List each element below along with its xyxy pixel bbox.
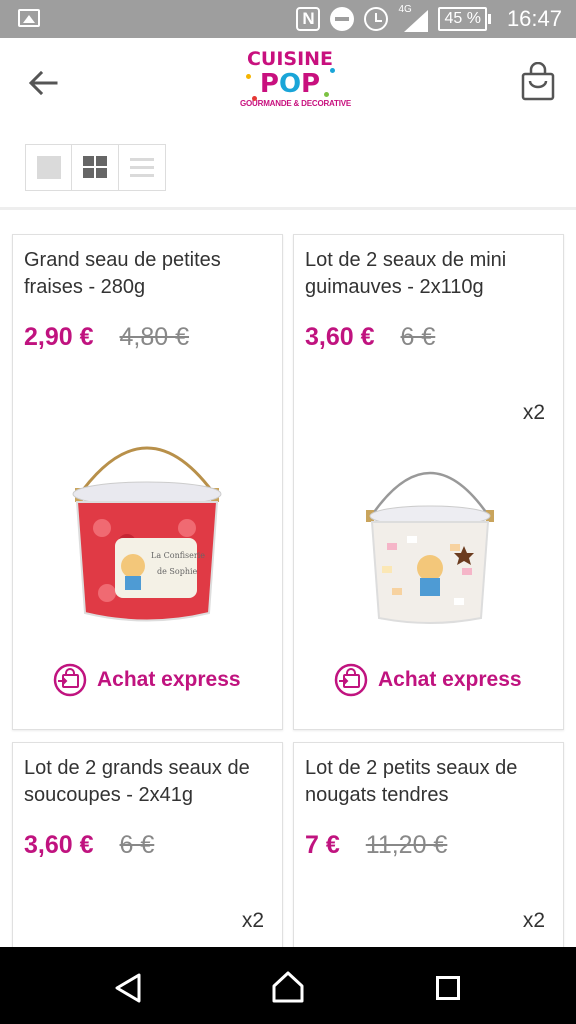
express-buy-button[interactable]: Achat express — [334, 663, 522, 697]
battery-indicator: 45 % — [438, 7, 491, 31]
arrow-left-icon — [28, 70, 58, 96]
product-prices: 3,60 € 6 € — [305, 323, 435, 352]
cuisine-pop-logo[interactable]: CUISINE POP GOURMANDE & DECORATIVE — [240, 48, 351, 118]
shopping-bag-icon — [521, 61, 555, 101]
system-nav-bar — [0, 947, 576, 1024]
divider — [0, 207, 576, 210]
clock: 16:47 — [506, 6, 562, 31]
product-card[interactable]: Grand seau de petites fraises - 280g 2,9… — [12, 234, 283, 730]
list-view-button[interactable] — [119, 145, 165, 190]
alarm-icon — [364, 7, 389, 31]
express-buy-label: Achat express — [97, 668, 241, 691]
do-not-disturb-icon — [330, 7, 355, 31]
product-prices: 7 € 11,20 € — [305, 831, 447, 860]
strawberry-bucket-image[interactable]: La Confiserie de Sophie — [67, 418, 227, 628]
quantity-badge: x2 — [241, 909, 264, 932]
express-buy-button[interactable]: Achat express — [53, 663, 241, 697]
product-old-price: 6 € — [400, 323, 436, 351]
nav-home-icon[interactable] — [271, 970, 305, 1004]
grid-view-button[interactable] — [72, 145, 119, 190]
express-buy-label: Achat express — [378, 668, 522, 691]
cell-signal-icon: 4G — [398, 4, 429, 32]
product-title[interactable]: Lot de 2 seaux de mini guimauves - 2x110… — [305, 247, 555, 301]
cart-button[interactable] — [520, 61, 556, 102]
product-price: 3,60 € — [305, 323, 375, 351]
back-button[interactable] — [26, 66, 60, 100]
product-price: 2,90 € — [24, 323, 94, 351]
product-title[interactable]: Grand seau de petites fraises - 280g — [24, 247, 274, 301]
marshmallow-bucket-image[interactable] — [362, 448, 498, 628]
quantity-badge: x2 — [522, 401, 545, 424]
nav-back-icon[interactable] — [113, 972, 143, 1004]
svg-text:de Sophie: de Sophie — [157, 567, 198, 576]
product-title[interactable]: Lot de 2 petits seaux de nougats tendres — [305, 755, 555, 809]
status-icons: N 4G 45 % 16:47 — [296, 4, 562, 34]
product-title[interactable]: Lot de 2 grands seaux de soucoupes - 2x4… — [24, 755, 274, 809]
product-price: 7 € — [305, 831, 340, 859]
image-notification-icon — [18, 9, 40, 27]
product-old-price: 6 € — [119, 831, 155, 859]
quantity-badge: x2 — [522, 909, 545, 932]
logo-line1: CUISINE — [246, 48, 334, 70]
product-card[interactable]: Lot de 2 seaux de mini guimauves - 2x110… — [293, 234, 564, 730]
single-view-button[interactable] — [26, 145, 73, 190]
product-prices: 3,60 € 6 € — [24, 831, 154, 860]
nfc-icon: N — [296, 7, 321, 31]
product-old-price: 4,80 € — [119, 323, 190, 351]
product-old-price: 11,20 € — [365, 831, 448, 859]
product-prices: 2,90 € 4,80 € — [24, 323, 189, 352]
express-cart-icon — [53, 663, 87, 697]
svg-text:La Confiserie: La Confiserie — [151, 551, 205, 560]
product-price: 3,60 € — [24, 831, 94, 859]
view-mode-toggle — [25, 144, 166, 191]
status-bar: N 4G 45 % 16:47 — [0, 0, 576, 38]
app-header: CUISINE POP GOURMANDE & DECORATIVE — [0, 38, 576, 128]
battery-level: 45 % — [438, 7, 487, 31]
nav-recents-icon[interactable] — [436, 976, 460, 1000]
express-cart-icon — [334, 663, 368, 697]
